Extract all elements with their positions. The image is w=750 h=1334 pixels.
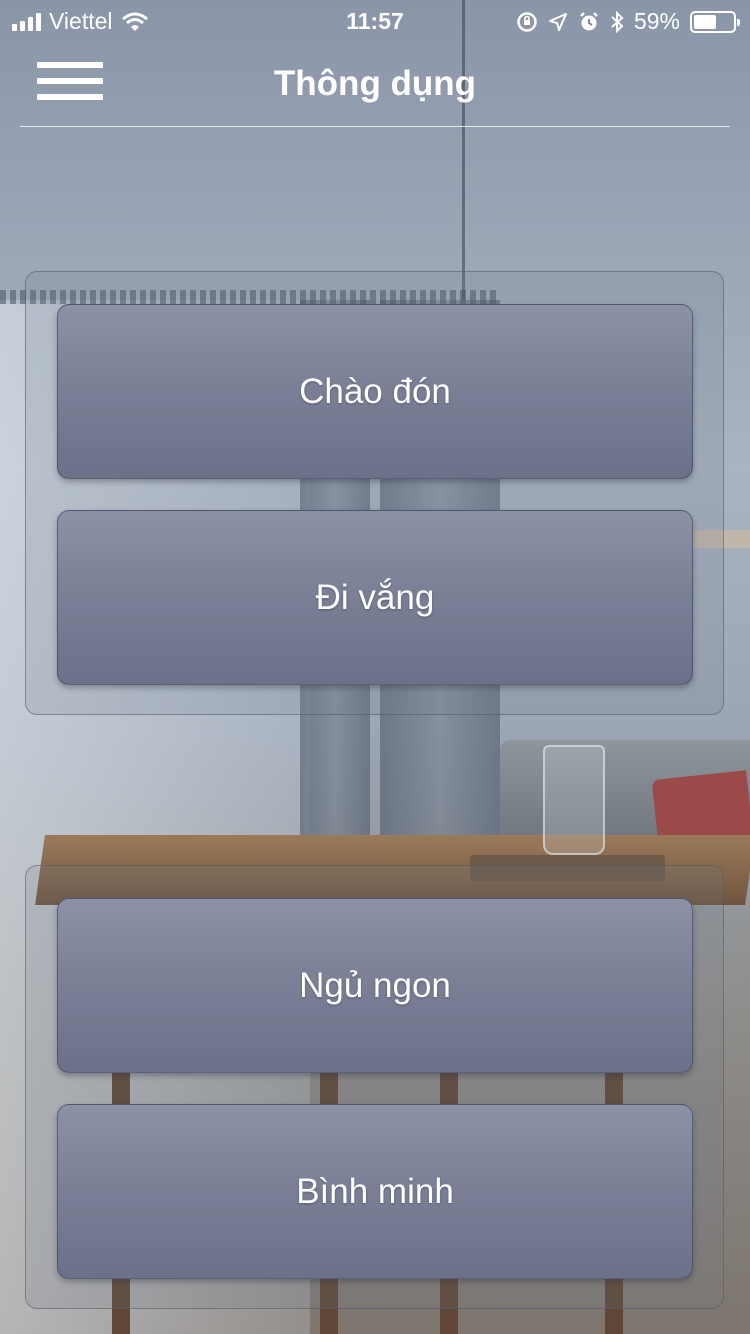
good-night-scene-button[interactable]: Ngủ ngon [57,898,693,1073]
page-title: Thông dụng [273,64,477,103]
location-icon [548,12,567,31]
alarm-icon [580,11,598,30]
scene-group-2: Ngủ ngon Bình minh [25,865,724,1309]
sunrise-scene-button[interactable]: Bình minh [57,1104,693,1279]
away-scene-button[interactable]: Đi vắng [57,510,693,685]
navigation-bar: Thông dụng [20,48,730,127]
battery-percent: 59% [633,8,680,34]
status-bar: Viettel 11:57 59% [0,0,750,40]
orientation-lock-icon [517,11,537,32]
scene-group-1: Chào đón Đi vắng [25,271,724,715]
bluetooth-icon [611,10,624,33]
welcome-scene-button[interactable]: Chào đón [57,304,693,479]
battery-icon [690,10,740,33]
